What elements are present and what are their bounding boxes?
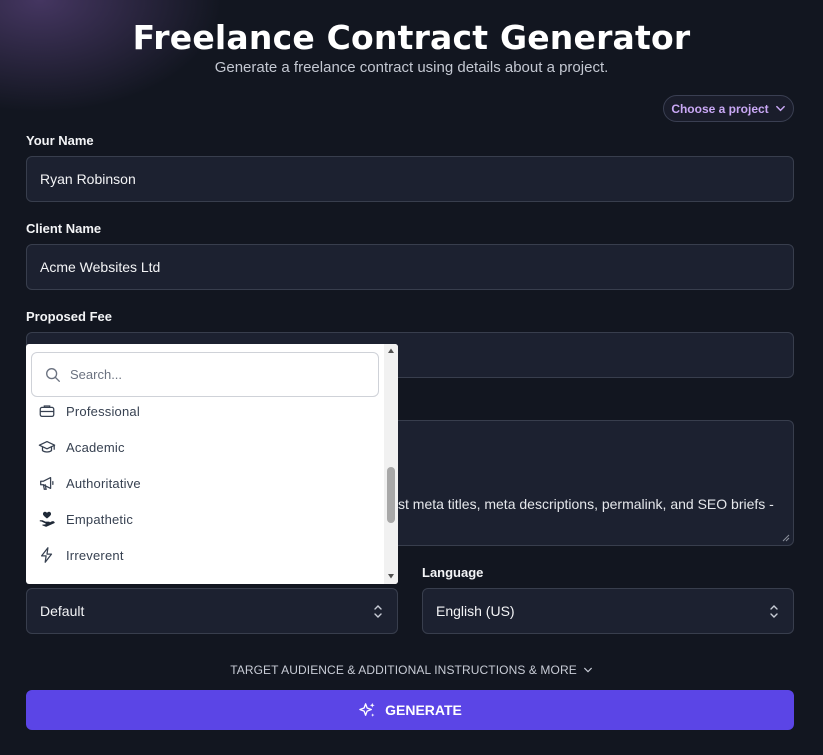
tone-option-authoritative[interactable]: Authoritative [38,468,141,498]
dropdown-scrollbar[interactable] [384,344,398,584]
language-select-value: English (US) [436,603,515,619]
scrollbar-thumb[interactable] [387,467,395,523]
hand-heart-icon [39,511,55,527]
scroll-up-arrow-icon[interactable] [387,347,395,355]
tone-option-label: Academic [66,439,125,455]
client-name-input[interactable]: Acme Websites Ltd [26,244,794,290]
chevron-down-icon [583,667,592,673]
tone-option-academic[interactable]: Academic [38,432,125,462]
tone-select[interactable]: Default [26,588,398,634]
megaphone-icon [40,476,54,490]
lightning-icon [40,547,53,563]
search-icon [46,367,60,382]
language-label: Language [422,565,484,580]
your-name-label: Your Name [26,133,94,148]
chevron-down-icon [775,105,785,112]
tone-option-label: Authoritative [66,475,141,491]
project-description-text: st meta titles, meta descriptions, perma… [398,496,774,512]
search-placeholder: Search... [70,367,123,382]
more-options-label: TARGET AUDIENCE & ADDITIONAL INSTRUCTION… [230,663,577,677]
your-name-input[interactable]: Ryan Robinson [26,156,794,202]
chevron-updown-icon [374,605,382,618]
client-name-label: Client Name [26,221,102,236]
tone-option-label: Professional [66,403,140,419]
tone-dropdown[interactable]: Search... Professional Academic Authorit… [26,344,398,584]
more-options-toggle[interactable]: TARGET AUDIENCE & ADDITIONAL INSTRUCTION… [0,663,823,677]
briefcase-icon [39,405,55,418]
tone-option-empathetic[interactable]: Empathetic [38,504,133,534]
graduation-cap-icon [38,440,56,453]
tone-select-value: Default [40,603,85,619]
page-title: Freelance Contract Generator [132,18,691,57]
dropdown-search-input[interactable]: Search... [31,352,379,397]
tone-option-irreverent[interactable]: Irreverent [38,540,124,570]
proposed-fee-label: Proposed Fee [26,309,112,324]
choose-project-label: Choose a project [671,101,769,116]
generate-button[interactable]: GENERATE [26,690,794,730]
scroll-down-arrow-icon[interactable] [387,572,395,580]
generate-label: GENERATE [385,702,462,718]
chevron-updown-icon [770,605,778,618]
sparkles-icon [359,702,375,717]
resize-handle-icon[interactable] [782,534,790,542]
choose-project-button[interactable]: Choose a project [663,95,794,122]
tone-option-label: Empathetic [66,511,134,527]
tone-option-label: Irreverent [66,547,124,563]
tone-option-professional[interactable]: Professional [38,396,140,426]
page-subtitle: Generate a freelance contract using deta… [214,59,609,76]
language-select[interactable]: English (US) [422,588,794,634]
